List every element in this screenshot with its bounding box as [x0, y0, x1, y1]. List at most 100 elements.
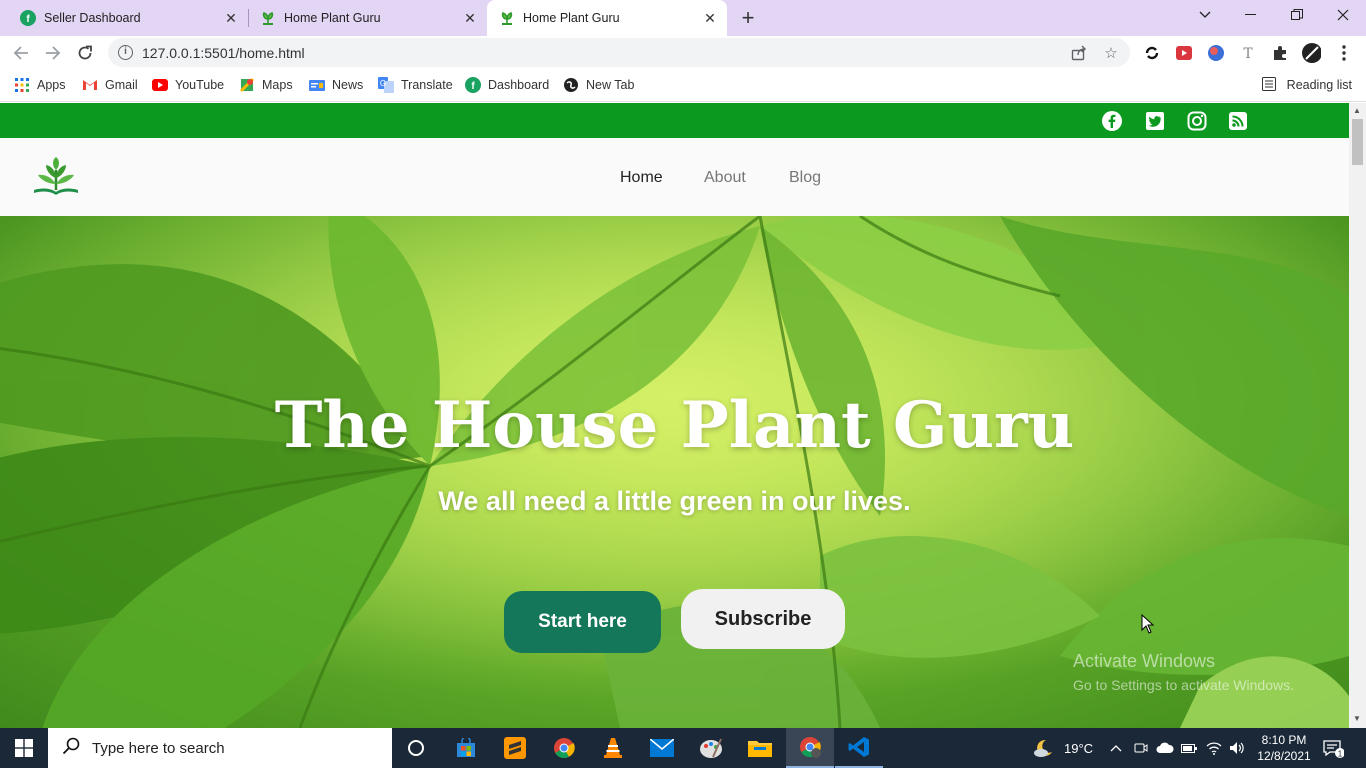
start-here-button[interactable]: Start here [504, 591, 661, 653]
bookmark-news[interactable]: News [309, 76, 363, 94]
nav-home[interactable]: Home [620, 169, 663, 187]
facebook-icon[interactable] [1102, 111, 1122, 131]
tab-seller-dashboard[interactable]: f Seller Dashboard ✕ [0, 0, 248, 36]
forward-icon[interactable] [40, 40, 66, 66]
dashboard-favicon: f [20, 10, 36, 26]
bookmark-new-tab[interactable]: New Tab [563, 76, 634, 94]
file-explorer-icon[interactable] [736, 728, 784, 768]
apps-grid-icon [14, 77, 30, 93]
notification-center-icon[interactable]: 1 [1322, 728, 1344, 768]
restore-icon[interactable] [1274, 0, 1320, 30]
bookmark-apps[interactable]: Apps [14, 76, 66, 94]
taskbar-search-box[interactable]: Type here to search [48, 728, 392, 768]
scroll-up-icon[interactable]: ▲ [1353, 106, 1361, 115]
address-bar[interactable]: i 127.0.0.1:5501/home.html ☆ [108, 38, 1130, 67]
close-window-icon[interactable] [1320, 0, 1366, 30]
new-tab-icon[interactable]: + [736, 5, 760, 30]
hero-section: The House Plant Guru We all need a littl… [0, 216, 1349, 728]
nav-blog[interactable]: Blog [789, 169, 821, 187]
tab-home-plant-guru-active[interactable]: Home Plant Guru ✕ [487, 0, 727, 36]
rss-icon[interactable] [1228, 111, 1248, 131]
chrome-active-icon[interactable] [786, 728, 834, 768]
social-bar [0, 103, 1349, 138]
weather-widget[interactable]: 19°C [1032, 728, 1093, 768]
bookmark-star-icon[interactable]: ☆ [1102, 44, 1120, 62]
meet-now-icon[interactable] [1134, 728, 1148, 768]
bookmark-gmail[interactable]: Gmail [82, 76, 138, 94]
extensions-puzzle-icon[interactable] [1270, 43, 1290, 63]
chrome-icon[interactable] [540, 728, 588, 768]
close-icon[interactable]: ✕ [701, 9, 719, 27]
bookmark-label: YouTube [175, 78, 225, 92]
site-info-icon[interactable]: i [118, 45, 133, 60]
clock-date: 12/8/2021 [1257, 749, 1311, 763]
battery-icon[interactable] [1181, 728, 1197, 768]
page-scrollbar[interactable]: ▲ ▼ [1349, 103, 1366, 728]
subscribe-button[interactable]: Subscribe [681, 589, 845, 649]
hero-subtitle: We all need a little green in our lives. [438, 486, 911, 516]
bookmark-dashboard[interactable]: f Dashboard [465, 76, 549, 94]
volume-icon[interactable] [1229, 728, 1245, 768]
twitter-icon[interactable] [1145, 111, 1165, 131]
globe-extension-icon[interactable] [1206, 43, 1226, 63]
clock-time: 8:10 PM [1261, 733, 1307, 747]
weather-temp: 19°C [1064, 740, 1094, 756]
close-icon[interactable]: ✕ [222, 9, 240, 27]
bookmark-label: News [332, 78, 364, 92]
translate-icon: G [378, 77, 394, 93]
tab-search-chevron-icon[interactable] [1182, 0, 1228, 30]
tab-title: Home Plant Guru [523, 11, 620, 25]
plant-logo-icon[interactable] [30, 156, 82, 200]
text-extension-icon[interactable]: T [1238, 43, 1258, 63]
menu-kebab-icon[interactable] [1334, 43, 1354, 63]
youtube-icon [152, 77, 168, 93]
paint-icon[interactable] [687, 728, 735, 768]
video-extension-icon[interactable] [1174, 43, 1194, 63]
page-viewport: Home About Blog The House Plant Guru We … [0, 103, 1349, 728]
onedrive-cloud-icon[interactable] [1156, 728, 1174, 768]
instagram-icon[interactable] [1187, 111, 1207, 131]
bookmark-translate[interactable]: G Translate [378, 76, 453, 94]
nav-about[interactable]: About [704, 169, 746, 187]
windows-start-icon[interactable] [0, 728, 48, 768]
share-icon[interactable] [1070, 44, 1088, 62]
search-placeholder: Type here to search [92, 739, 225, 757]
reading-list[interactable]: Reading list [1261, 76, 1352, 94]
bookmark-maps[interactable]: Maps [239, 76, 293, 94]
wifi-icon[interactable] [1206, 728, 1222, 768]
maps-icon [239, 77, 255, 93]
plant-favicon [499, 10, 515, 26]
back-icon[interactable] [8, 40, 34, 66]
microsoft-store-icon[interactable] [442, 728, 490, 768]
activate-windows-title: Activate Windows [1073, 651, 1216, 671]
tray-overflow-chevron-icon[interactable] [1110, 728, 1122, 768]
windows-taskbar: Type here to search 19°C 8:10 PM 12/8/20… [0, 728, 1366, 768]
bookmarks-bar: Apps Gmail YouTube Maps News G Translate… [0, 69, 1366, 102]
scrollbar-thumb[interactable] [1352, 119, 1363, 165]
reading-list-icon [1261, 77, 1278, 93]
vscode-icon[interactable] [835, 728, 883, 768]
svg-text:G: G [380, 79, 386, 88]
bookmark-youtube[interactable]: YouTube [152, 76, 224, 94]
news-icon [309, 77, 325, 93]
profile-avatar-icon[interactable] [1301, 43, 1321, 63]
plant-favicon [260, 10, 276, 26]
tab-home-plant-guru[interactable]: Home Plant Guru ✕ [240, 0, 487, 36]
bookmark-label: Dashboard [488, 78, 550, 92]
sync-extension-icon[interactable] [1142, 43, 1162, 63]
browser-toolbar: i 127.0.0.1:5501/home.html ☆ T [0, 36, 1366, 69]
site-navbar: Home About Blog [0, 138, 1349, 216]
vlc-icon[interactable] [589, 728, 637, 768]
mouse-cursor-icon [1141, 614, 1155, 634]
minimize-icon[interactable] [1228, 0, 1274, 30]
bookmark-label: Translate [401, 78, 453, 92]
globe-icon [563, 77, 579, 93]
taskbar-clock[interactable]: 8:10 PM 12/8/2021 [1254, 732, 1314, 764]
reload-icon[interactable] [72, 40, 98, 66]
scroll-down-icon[interactable]: ▼ [1353, 714, 1361, 723]
close-icon[interactable]: ✕ [461, 9, 479, 27]
cortana-icon[interactable] [392, 728, 440, 768]
mail-icon[interactable] [638, 728, 686, 768]
reading-list-label: Reading list [1286, 78, 1352, 92]
sublime-text-icon[interactable] [491, 728, 539, 768]
